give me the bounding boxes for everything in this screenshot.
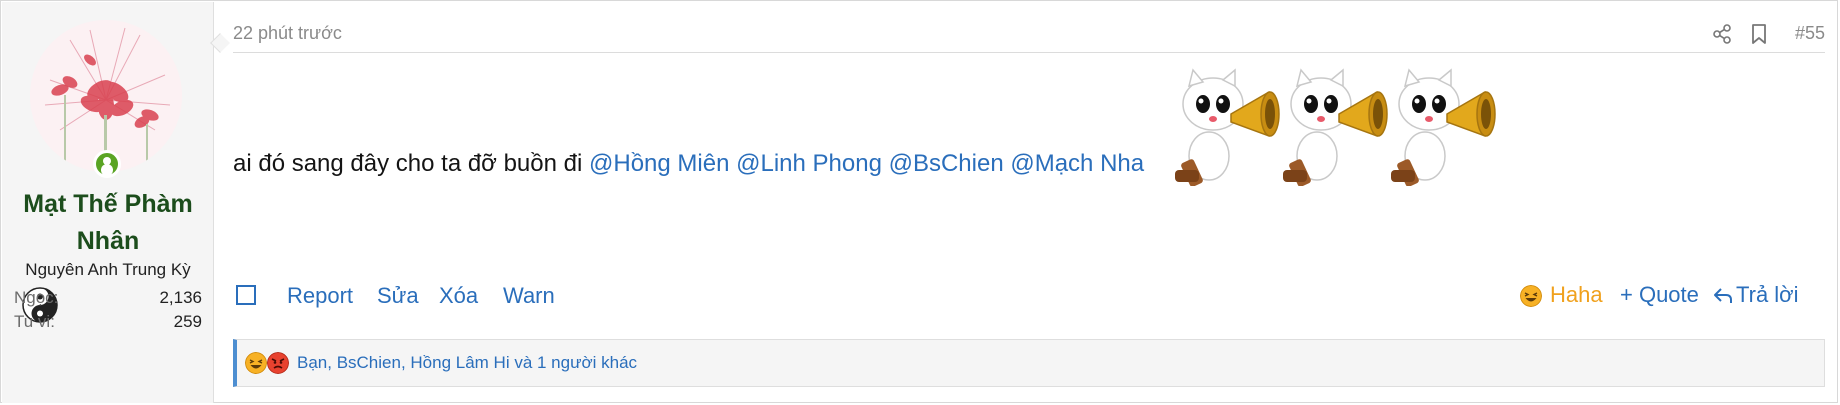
reply-icon[interactable]	[1713, 286, 1733, 306]
user-sidebar: Mạt Thế Phàm Nhân Nguyên Anh Trung Kỳ Ng…	[2, 2, 214, 403]
mention-link[interactable]: @Linh Phong	[736, 150, 882, 177]
stat-label: Tu vi:	[14, 312, 55, 331]
message-main: 22 phút trước #55 ai đó sang đây cho ta …	[233, 1, 1833, 404]
header-actions: #55	[1675, 21, 1825, 47]
bookmark-icon[interactable]	[1749, 23, 1769, 45]
message-text: ai đó sang đây cho ta đỡ buồn đi @Hồng M…	[233, 149, 1144, 179]
online-status-icon	[93, 150, 121, 178]
message-body: ai đó sang đây cho ta đỡ buồn đi @Hồng M…	[233, 61, 1833, 191]
stat-value: 259	[173, 312, 202, 331]
username-line2[interactable]: Nhân	[2, 223, 214, 260]
warn-link[interactable]: Warn	[503, 283, 555, 309]
post-time[interactable]: 22 phút trước	[233, 23, 342, 44]
megaphone-cat-smilie-icon	[1391, 68, 1496, 186]
stat-value: 2,136	[159, 288, 202, 307]
share-icon[interactable]	[1711, 23, 1733, 45]
message-plain-text: ai đó sang đây cho ta đỡ buồn đi	[233, 150, 589, 177]
angry-emoji-icon	[267, 352, 289, 374]
message-post: Mạt Thế Phàm Nhân Nguyên Anh Trung Kỳ Ng…	[0, 0, 1838, 403]
megaphone-cat-smilie-icon	[1175, 68, 1280, 186]
mention-link[interactable]: @Hồng Miên	[589, 150, 729, 177]
user-title: Nguyên Anh Trung Kỳ	[25, 260, 191, 279]
post-header: 22 phút trước #55	[233, 19, 1825, 53]
stat-row-tu-vi: Tu vi: 259	[14, 312, 202, 332]
post-number[interactable]: #55	[1795, 23, 1825, 44]
reply-link[interactable]: Trả lời	[1736, 282, 1799, 308]
reactions-bar[interactable]: Bạn, BsChien, Hồng Lâm Hi và 1 người khá…	[233, 339, 1825, 387]
mention-link[interactable]: @BsChien	[889, 150, 1004, 177]
delete-link[interactable]: Xóa	[439, 283, 478, 309]
edit-link[interactable]: Sửa	[377, 283, 419, 309]
haha-reaction-link[interactable]: Haha	[1550, 282, 1603, 308]
select-checkbox[interactable]	[236, 285, 256, 305]
mention-link[interactable]: @Mạch Nha	[1010, 150, 1144, 177]
haha-reaction-icon[interactable]	[1520, 285, 1542, 307]
megaphone-cat-smilie-icon	[1283, 68, 1388, 186]
post-actions-right: Haha + Quote Trả lời	[1520, 282, 1825, 314]
stat-row-ngoc: Ngọc: 2,136	[14, 288, 202, 308]
quote-link[interactable]: + Quote	[1620, 282, 1699, 308]
stat-label: Ngọc:	[14, 288, 59, 307]
username[interactable]: Mạt Thế Phàm Nhân	[2, 186, 214, 260]
username-line1[interactable]: Mạt Thế Phàm	[2, 186, 214, 223]
reaction-users-link[interactable]: Bạn, BsChien, Hồng Lâm Hi và 1 người khá…	[297, 353, 637, 373]
report-link[interactable]: Report	[287, 283, 353, 309]
haha-emoji-icon	[245, 352, 267, 374]
